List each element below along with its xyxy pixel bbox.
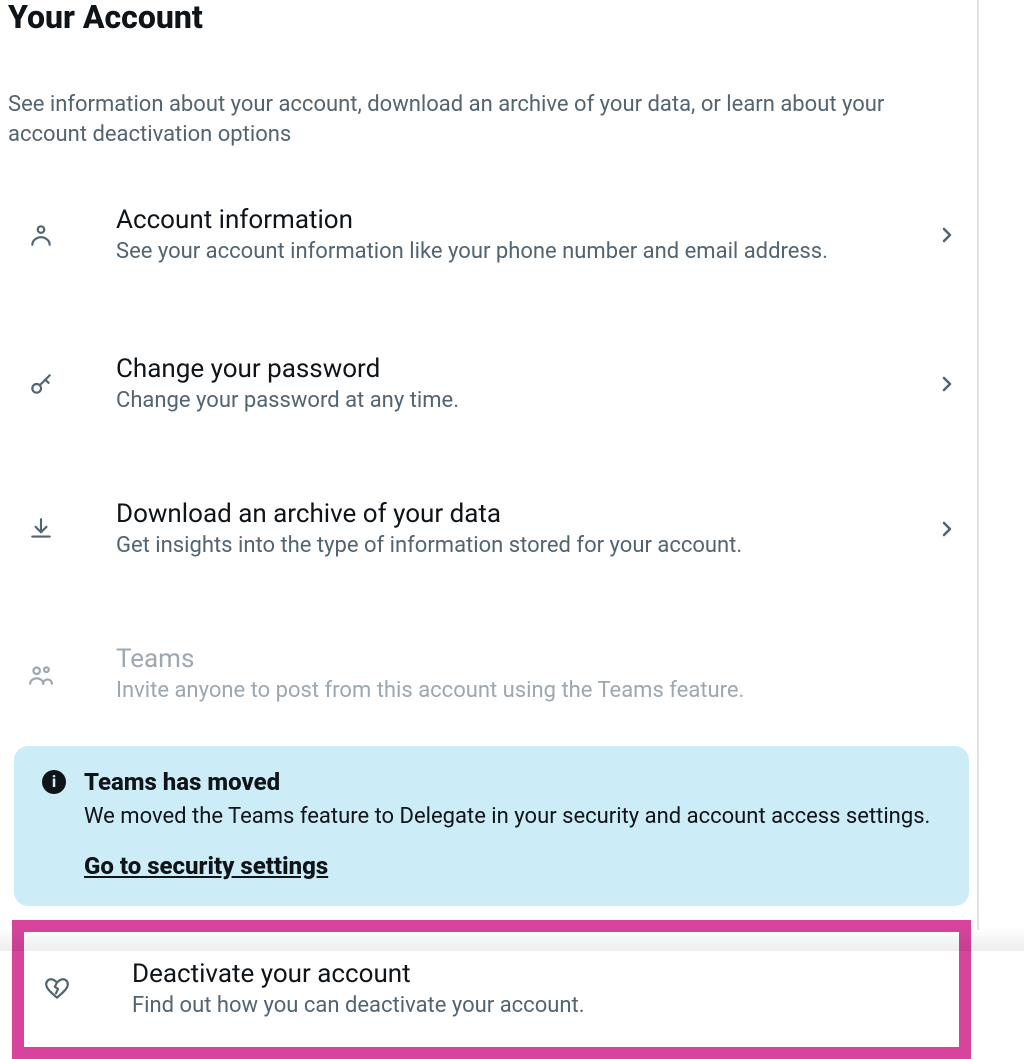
menu-item-subtitle: See your account information like your p… (116, 238, 935, 267)
page-description: See information about your account, down… (8, 90, 928, 149)
menu-item-title: Account information (116, 204, 935, 237)
menu-item-teams: Teams Invite anyone to post from this ac… (8, 625, 975, 724)
teams-moved-notice: i Teams has moved We moved the Teams fea… (14, 746, 969, 906)
menu-item-account-information[interactable]: Account information See your account inf… (8, 186, 975, 285)
menu-item-title: Change your password (116, 353, 935, 386)
chevron-right-icon (935, 517, 963, 541)
menu-item-subtitle: Get insights into the type of informatio… (116, 532, 935, 561)
info-icon: i (42, 770, 66, 794)
notice-title: Teams has moved (84, 768, 941, 796)
page-title: Your Account (8, 0, 975, 35)
key-icon (28, 371, 64, 397)
chevron-right-icon (935, 372, 963, 396)
people-icon (28, 661, 64, 687)
menu-item-title: Download an archive of your data (116, 498, 935, 531)
menu-item-deactivate-account[interactable]: Deactivate your account Find out how you… (24, 932, 959, 1047)
menu-item-subtitle: Invite anyone to post from this account … (116, 677, 963, 706)
heartbreak-icon (44, 976, 80, 1002)
right-divider (977, 0, 979, 930)
menu-item-subtitle: Find out how you can deactivate your acc… (132, 992, 947, 1021)
menu-item-title: Teams (116, 643, 963, 676)
go-to-security-settings-link[interactable]: Go to security settings (84, 852, 328, 880)
deactivate-highlight: Deactivate your account Find out how you… (12, 920, 971, 1059)
notice-text: We moved the Teams feature to Delegate i… (84, 802, 941, 832)
menu-item-download-archive[interactable]: Download an archive of your data Get ins… (8, 480, 975, 579)
download-icon (28, 516, 64, 542)
menu-item-subtitle: Change your password at any time. (116, 387, 935, 416)
chevron-right-icon (935, 223, 963, 247)
menu-item-title: Deactivate your account (132, 958, 947, 991)
menu-item-change-password[interactable]: Change your password Change your passwor… (8, 335, 975, 434)
user-icon (28, 222, 64, 248)
